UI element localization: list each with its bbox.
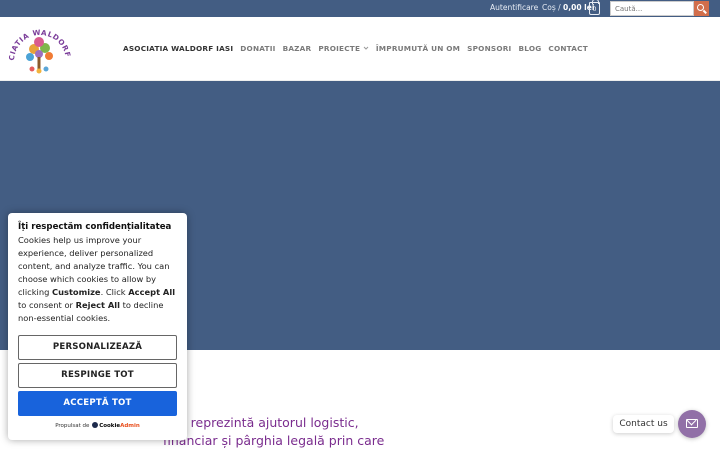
- contact-us-label[interactable]: Contact us: [613, 415, 674, 433]
- customize-button[interactable]: PERSONALIZEAZĂ: [18, 335, 177, 360]
- cookie-msg-customize: Customize: [52, 287, 101, 297]
- cart-label: Coș /: [542, 3, 561, 12]
- cookie-msg-part-3: to consent or: [18, 300, 76, 310]
- powered-by: Propulsat de CookieAdmin: [8, 422, 187, 429]
- cookieadmin-logo-icon: [92, 422, 99, 428]
- cart-count: 0: [592, 6, 597, 13]
- site-header: ASOCIATIA WALDORF IASI ASOCIATIA WALDORF…: [0, 17, 720, 81]
- powered-by-label: Propulsat de: [55, 423, 90, 429]
- site-logo[interactable]: ASOCIATIA WALDORF IASI: [8, 21, 72, 77]
- nav-item-sponsori[interactable]: SPONSORI: [467, 44, 511, 53]
- intro-paragraph: ația reprezintă ajutorul logistic, finan…: [163, 414, 423, 450]
- cookie-msg-accept: Accept All: [128, 287, 176, 297]
- contact-us-button[interactable]: [678, 410, 706, 438]
- nav-item-contact[interactable]: CONTACT: [548, 44, 587, 53]
- main-nav: ASOCIATIA WALDORF IASI DONATII BAZAR PRO…: [123, 44, 588, 53]
- search-icon: [697, 4, 704, 11]
- cookie-message: Cookies help us improve your experience,…: [18, 234, 177, 325]
- intro-line-2: financiar și pârghia legală prin care: [163, 433, 385, 448]
- top-bar: Autentificare Coș / 0,00 lei 0 Caută...: [0, 0, 720, 17]
- search-input[interactable]: Caută...: [610, 1, 694, 16]
- nav-item-bazar[interactable]: BAZAR: [283, 44, 312, 53]
- cart-icon[interactable]: 0: [589, 0, 600, 15]
- cookie-title: Îți respectăm confidențialitatea: [18, 222, 172, 232]
- mail-icon: [686, 419, 698, 428]
- nav-item-home[interactable]: ASOCIATIA WALDORF IASI: [123, 44, 233, 53]
- nav-item-imprumuta[interactable]: ÎMPRUMUTĂ UN OM: [376, 44, 460, 53]
- brand-cookie: Cookie: [99, 423, 121, 429]
- powered-by-brand[interactable]: CookieAdmin: [99, 423, 140, 429]
- nav-item-donatii[interactable]: DONATII: [240, 44, 275, 53]
- reject-all-button[interactable]: RESPINGE TOT: [18, 363, 177, 388]
- nav-item-blog[interactable]: BLOG: [518, 44, 541, 53]
- nav-item-proiecte[interactable]: PROIECTE: [318, 44, 369, 53]
- nav-item-proiecte-label: PROIECTE: [318, 44, 361, 53]
- chevron-down-icon: [363, 46, 369, 50]
- intro-line-1: ația reprezintă ajutorul logistic,: [163, 415, 359, 430]
- cookie-msg-part-2: . Click: [100, 287, 129, 297]
- cookie-consent-banner: Îți respectăm confidențialitatea Cookies…: [8, 213, 187, 440]
- accept-all-button[interactable]: ACCEPTĂ TOT: [18, 391, 177, 416]
- cookie-msg-reject: Reject All: [75, 300, 120, 310]
- cart-link[interactable]: Coș / 0,00 lei: [542, 3, 594, 12]
- login-link[interactable]: Autentificare: [490, 3, 538, 12]
- search-button[interactable]: [694, 1, 709, 16]
- brand-admin: Admin: [120, 423, 140, 429]
